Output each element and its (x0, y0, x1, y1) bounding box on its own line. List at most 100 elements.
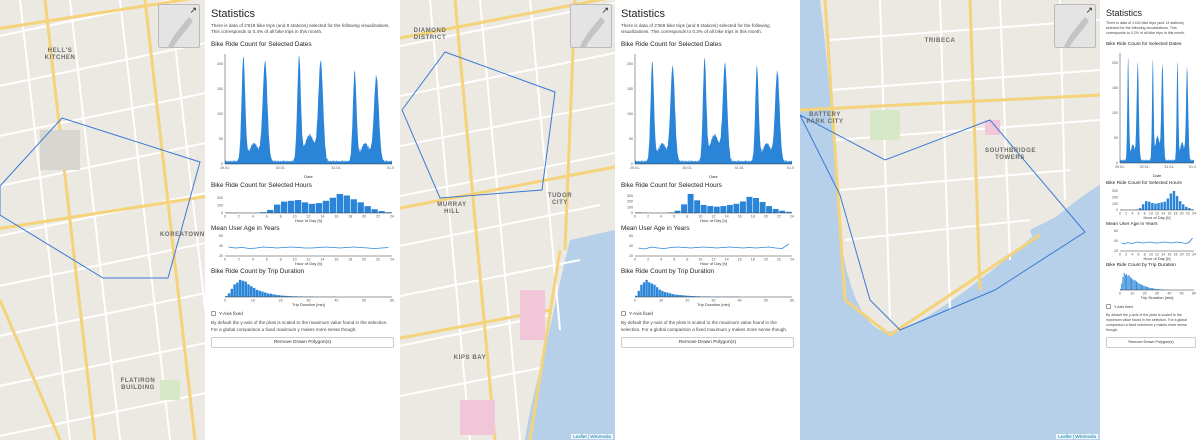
expand-arrow-icon[interactable]: ↗ (1085, 5, 1093, 16)
duration-bar (666, 292, 669, 298)
y-tick-label: 60 (1114, 229, 1118, 233)
map-attribution[interactable]: Leaflet | Wikimedia (1056, 434, 1098, 439)
expand-arrow-icon[interactable]: ↗ (189, 5, 197, 16)
x-axis-label: Trip Duration [min] (1141, 295, 1174, 300)
y-tick-label: 150 (627, 88, 633, 92)
statistics-sidebar: Statistics There is data of 2'369 bike t… (615, 0, 800, 440)
checkbox-icon[interactable] (211, 311, 216, 317)
duration-bar (671, 294, 674, 298)
y-axis-fixed-toggle[interactable]: Y-Axis fixed (211, 311, 394, 317)
hour-bar (336, 194, 343, 214)
x-tick-label: 22 (1186, 212, 1190, 216)
duration-bar (1149, 287, 1151, 290)
x-tick-label: 20 (685, 299, 689, 303)
x-axis-label: Hour of Day [h] (295, 261, 322, 266)
age-chart: 20 40 60 0 2 4 6 8 10 12 14 16 18 20 22 24 Hour of Day [… (211, 234, 394, 267)
map-view[interactable]: DIAMOND DISTRICT TUDOR CITY MURRAY HILL … (400, 0, 615, 440)
hour-bar (308, 204, 316, 214)
duration-bar (236, 282, 239, 298)
duration-bar (1136, 281, 1137, 290)
y-axis-fixed-toggle[interactable]: Y-Axis fixed (621, 311, 794, 317)
y-axis-note: By default the y-axis of the plots is sc… (211, 320, 388, 332)
remove-polygon-button[interactable]: Remove Drawn Polygon(s) (621, 336, 794, 348)
duration-bar (1150, 288, 1152, 290)
remove-polygon-button[interactable]: Remove Drawn Polygon(s) (1106, 337, 1196, 348)
duration-bar (658, 290, 661, 298)
duration-bar (230, 289, 234, 298)
duration-bar (1148, 287, 1150, 290)
page-title: Statistics (211, 8, 256, 20)
x-axis-label: Hour of Day [h] (700, 218, 727, 223)
minimap[interactable]: ↗ (158, 4, 200, 48)
checkbox-label: Y-Axis fixed (629, 311, 653, 317)
age-line-series (1121, 237, 1193, 245)
y-tick-label: 60 (629, 235, 633, 239)
map-view[interactable]: HELL'S KITCHEN KOREATOWN FLATIRON BUILDI… (0, 0, 205, 440)
y-tick-label: 100 (217, 204, 223, 208)
x-tick-label: 18 (348, 258, 352, 262)
x-tick-label: 20 (362, 215, 366, 219)
x-tick-label: 30.01. (1140, 165, 1150, 169)
duration-bar (244, 282, 247, 298)
duration-bar (261, 291, 264, 298)
x-tick-label: 29.01. (630, 166, 640, 170)
x-tick-label: 0 (634, 299, 636, 303)
y-tick-label: 100 (217, 113, 223, 117)
hours-chart: 0 100 200 300 0 2 4 6 8 10 12 14 16 18 20 22 24 Hour of D… (1106, 188, 1196, 220)
duration-bar (1121, 283, 1123, 290)
minimap[interactable]: ↗ (570, 4, 612, 48)
x-tick-label: 22 (376, 258, 380, 262)
district-label: HELL'S KITCHEN (44, 48, 76, 61)
minimap[interactable]: ↗ (1054, 4, 1096, 48)
x-tick-label: 22 (376, 215, 380, 219)
y-tick-label: 0 (631, 212, 633, 216)
x-tick-label: 4 (1131, 253, 1133, 257)
duration-bar (674, 294, 677, 298)
remove-polygon-button[interactable]: Remove Drawn Polygon(s) (211, 336, 394, 348)
x-tick-label: 01.02. (1189, 165, 1196, 169)
duration-chart-title: Bike Ride Count by Trip Duration (211, 268, 305, 276)
hour-bar (357, 202, 364, 214)
x-tick-label: 10 (251, 299, 255, 303)
x-tick-label: 60 (790, 299, 794, 303)
hour-bar (674, 211, 681, 214)
x-tick-label: 2 (238, 215, 240, 219)
x-tick-label: 20 (764, 258, 768, 262)
x-tick-label: 16 (334, 258, 338, 262)
y-tick-label: 200 (1112, 196, 1118, 200)
duration-bar (645, 280, 648, 298)
duration-bar (1139, 284, 1141, 290)
duration-bar (263, 292, 267, 298)
map-view[interactable]: TRIBECA BATTERY PARK CITY SOUTHBRIDGE TO… (800, 0, 1100, 440)
dates-chart: 05010015020029.01.30.01.31.01.01.02.Date (621, 50, 794, 180)
hour-bar (1172, 190, 1176, 210)
duration-chart: 0 10 20 30 40 50 60 Trip Duration [min] (211, 277, 394, 307)
map-attribution[interactable]: Leaflet | Wikimedia (571, 434, 613, 439)
x-tick-label: 2 (647, 258, 649, 262)
x-tick-label: 2 (1125, 212, 1127, 216)
x-tick-label: 0 (224, 215, 226, 219)
hour-bar (1181, 204, 1185, 210)
dates-chart: 05010015020029.01.30.01.31.01.01.02.Date (1106, 49, 1196, 179)
expand-arrow-icon[interactable]: ↗ (601, 5, 609, 16)
checkbox-icon[interactable] (621, 311, 626, 317)
x-tick-label: 29.01. (220, 166, 230, 170)
x-tick-label: 60 (390, 299, 394, 303)
x-tick-label: 22 (777, 258, 781, 262)
district-label: BATTERY PARK CITY (806, 112, 844, 125)
hour-bar (713, 207, 720, 214)
hour-bar (329, 198, 337, 214)
hour-bar (287, 201, 295, 214)
duration-bar (679, 295, 682, 298)
checkbox-icon[interactable] (1106, 304, 1111, 309)
dates-area-series (1120, 58, 1194, 163)
duration-bar (669, 293, 672, 298)
district-label: KIPS BAY (453, 355, 487, 361)
y-axis-fixed-toggle[interactable]: Y-Axis fixed (1106, 304, 1196, 309)
page-title: Statistics (621, 8, 666, 20)
x-tick-label: 20 (362, 258, 366, 262)
map-base (0, 0, 205, 440)
duration-bar (1152, 288, 1153, 290)
y-tick-label: 200 (217, 196, 223, 200)
y-tick-label: 200 (217, 63, 223, 67)
